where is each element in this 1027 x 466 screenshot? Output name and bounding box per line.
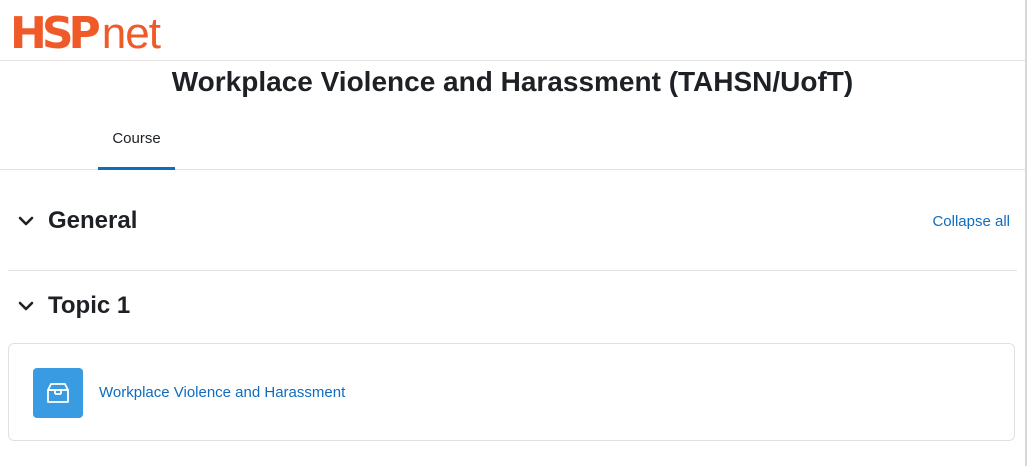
activity-item: Workplace Violence and Harassment xyxy=(8,343,1015,441)
activity-link[interactable]: Workplace Violence and Harassment xyxy=(99,384,345,401)
chevron-down-icon[interactable] xyxy=(16,296,36,316)
logo-text-primary: HSP xyxy=(10,8,101,59)
tab-course[interactable]: Course xyxy=(98,120,175,170)
logo-text-secondary: net xyxy=(101,9,161,58)
page-title: Workplace Violence and Harassment (TAHSN… xyxy=(171,66,854,97)
package-icon[interactable] xyxy=(33,368,83,418)
collapse-all-link[interactable]: Collapse all xyxy=(932,213,1010,230)
course-secondary-nav: Course xyxy=(0,120,1025,170)
site-header: HSP net xyxy=(0,0,1025,61)
section-title-general[interactable]: General xyxy=(48,206,137,236)
section-title-topic-1[interactable]: Topic 1 xyxy=(48,291,130,321)
site-logo[interactable]: HSP net xyxy=(10,4,161,59)
section-divider xyxy=(8,270,1017,271)
section-general-header: General xyxy=(16,206,137,236)
chevron-down-icon[interactable] xyxy=(16,211,36,231)
section-topic-1-header: Topic 1 xyxy=(16,291,130,321)
